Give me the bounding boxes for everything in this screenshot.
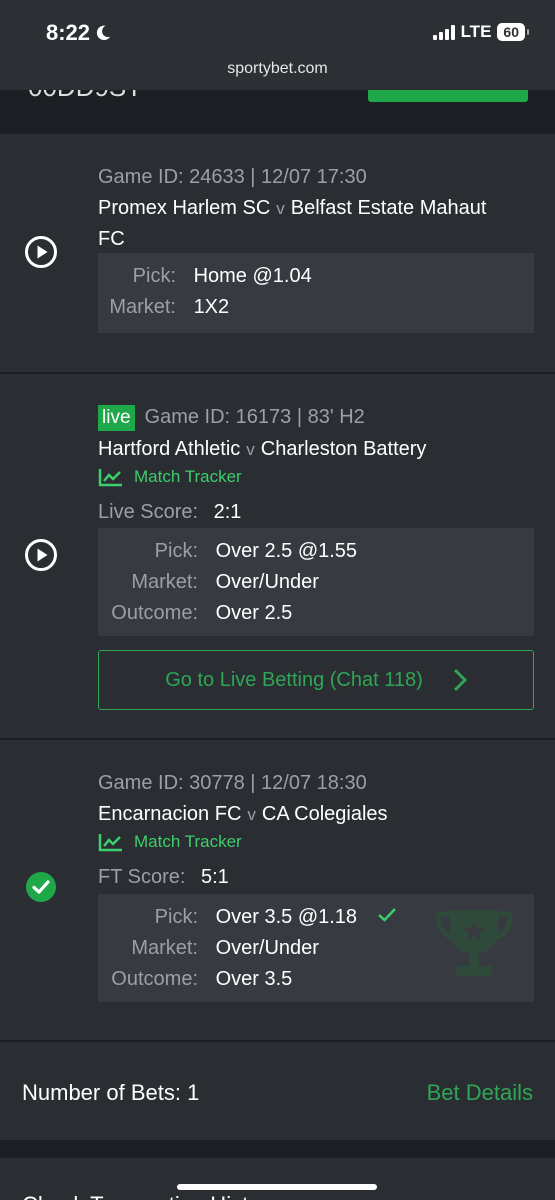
away-team: CA Colegiales [261, 803, 388, 825]
market-value: Over/Under [215, 571, 319, 593]
market-label: Market: [131, 937, 198, 959]
game-info-line: live Game ID: 16173 | 83' H2 [98, 404, 365, 431]
match-tracker-link[interactable]: Match Tracker [98, 832, 242, 852]
status-bar: 8:22 LTE 60 sportybet.com [0, 0, 555, 90]
chevron-right-icon [453, 668, 467, 692]
score-row: FT Score: 5:1 [98, 864, 229, 890]
outcome-row: Outcome: Over 2.5 [98, 602, 292, 625]
chart-line-icon [98, 469, 122, 487]
transaction-history-section[interactable]: Check Transaction History [0, 1158, 555, 1200]
signal-icon [432, 24, 455, 40]
market-value: 1X2 [193, 296, 230, 318]
transaction-history-label: Check Transaction History [22, 1192, 279, 1200]
score-value: 2:1 [213, 501, 242, 523]
game-id-line: Game ID: 30778 | 12/07 18:30 [98, 772, 367, 794]
match-teams: Promex Harlem SC v Belfast Estate Mahaut [98, 195, 486, 222]
home-team: Hartford Athletic [98, 438, 241, 460]
won-check-icon [26, 872, 56, 902]
bets-count: Number of Bets: 1 [22, 1080, 200, 1105]
bet-item: Game ID: 24633 | 12/07 17:30 Promex Harl… [0, 134, 555, 372]
home-indicator[interactable] [177, 1184, 377, 1190]
score-row: Live Score: 2:1 [98, 499, 241, 525]
clock: 8:22 [46, 20, 112, 46]
outcome-label: Outcome: [111, 602, 198, 624]
bets-summary: Number of Bets: 1 Bet Details [0, 1042, 555, 1140]
game-id-line: Game ID: 16173 | 83' H2 [144, 406, 365, 428]
pick-row: Pick: Over 3.5 @1.18 [98, 906, 397, 929]
bet-item: Game ID: 30778 | 12/07 18:30 Encarnacion… [0, 740, 555, 1040]
market-row: Market: Over/Under [98, 937, 319, 960]
outcome-value: Over 3.5 [215, 968, 293, 990]
url-bar[interactable]: sportybet.com [0, 60, 555, 78]
live-betting-label: Go to Live Betting (Chat 118) [165, 668, 423, 691]
pick-row: Pick: Over 2.5 @1.55 [98, 540, 357, 563]
versus: v [247, 805, 256, 824]
moon-icon [96, 25, 111, 41]
pick-box: Pick: Home @1.04 Market: 1X2 [98, 253, 534, 333]
score-label: Live Score: [98, 501, 199, 523]
header-action-button[interactable] [368, 90, 528, 102]
match-tracker-label: Match Tracker [134, 832, 242, 851]
market-value: Over/Under [215, 937, 319, 959]
score-label: FT Score: [98, 866, 186, 888]
score-value: 5:1 [201, 866, 229, 888]
away-team: Charleston Battery [260, 438, 427, 460]
pick-box: Pick: Over 3.5 @1.18 Market: Over/Under … [98, 894, 534, 1002]
pick-value: Home @1.04 [193, 265, 312, 287]
away-team: Belfast Estate Mahaut [290, 197, 487, 219]
booking-code: 00DD9ST [28, 90, 142, 103]
check-icon [377, 908, 396, 922]
booking-header: 00DD9ST [0, 90, 555, 134]
trophy-icon [435, 910, 513, 976]
match-teams: Encarnacion FC v CA Colegiales [98, 801, 388, 828]
game-id-line: Game ID: 24633 | 12/07 17:30 [98, 166, 367, 188]
market-label: Market: [109, 296, 176, 318]
home-team: Encarnacion FC [98, 803, 242, 825]
away-team-wrap: FC [98, 228, 125, 250]
outcome-value: Over 2.5 [215, 602, 293, 624]
versus: v [246, 440, 255, 459]
clock-time: 8:22 [46, 20, 91, 45]
play-circle-icon[interactable] [24, 235, 58, 269]
outcome-label: Outcome: [111, 968, 198, 990]
bet-item: live Game ID: 16173 | 83' H2 Hartford Ath… [0, 374, 555, 738]
pick-label: Pick: [154, 906, 198, 928]
pick-label: Pick: [154, 540, 198, 562]
live-betting-button[interactable]: Go to Live Betting (Chat 118) [98, 650, 534, 710]
match-tracker-link[interactable]: Match Tracker [98, 467, 242, 487]
versus: v [276, 199, 285, 218]
market-row: Market: 1X2 [98, 296, 229, 319]
pick-value: Over 2.5 @1.55 [215, 540, 358, 562]
outcome-row: Outcome: Over 3.5 [98, 968, 292, 991]
bet-details-link[interactable]: Bet Details [427, 1080, 533, 1106]
match-tracker-label: Match Tracker [134, 467, 242, 486]
market-label: Market: [131, 571, 198, 593]
play-circle-icon[interactable] [24, 538, 58, 572]
match-teams: Hartford Athletic v Charleston Battery [98, 436, 426, 463]
market-row: Market: Over/Under [98, 571, 319, 594]
pick-value: Over 3.5 @1.18 [215, 906, 358, 928]
pick-label: Pick: [132, 265, 176, 287]
battery-icon: 60 [497, 23, 529, 41]
pick-box: Pick: Over 2.5 @1.55 Market: Over/Under … [98, 528, 534, 636]
pick-row: Pick: Home @1.04 [98, 265, 312, 288]
live-badge: live [98, 405, 135, 431]
network-type: LTE [460, 22, 492, 41]
chart-line-icon [98, 834, 122, 852]
home-team: Promex Harlem SC [98, 197, 271, 219]
status-indicators: LTE 60 [432, 22, 529, 42]
